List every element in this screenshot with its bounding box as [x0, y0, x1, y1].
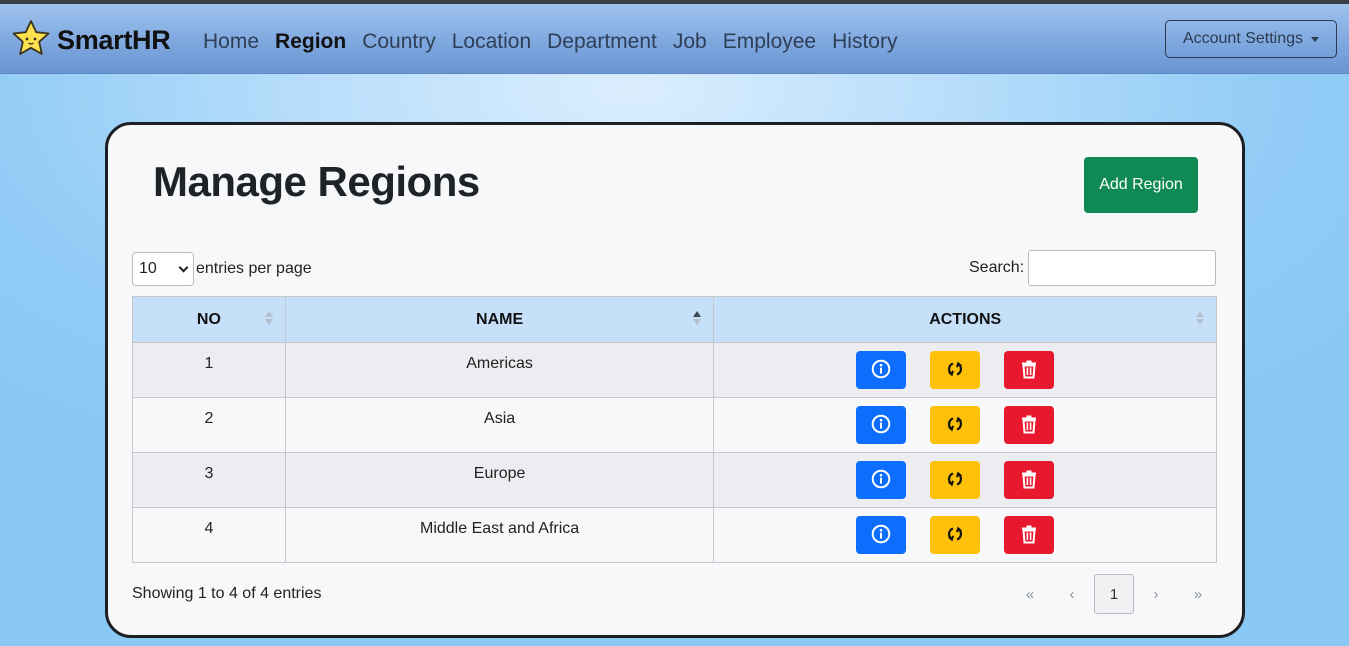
pagination-page-button[interactable]: 1	[1094, 574, 1134, 614]
cell-name: Europe	[284, 452, 715, 508]
cell-no: 3	[132, 452, 286, 508]
trash-icon	[1020, 359, 1038, 382]
regions-card: Manage Regions Add Region 10 entries per…	[105, 122, 1245, 638]
trash-icon	[1020, 414, 1038, 437]
nav-link-job[interactable]: Job	[673, 30, 707, 54]
brand-name: SmartHR	[57, 24, 171, 55]
table-info: Showing 1 to 4 of 4 entries	[132, 585, 322, 602]
nav-link-history[interactable]: History	[832, 30, 897, 54]
table-row: 4 Middle East and Africa	[132, 507, 1217, 563]
cell-no: 4	[132, 507, 286, 563]
column-label-actions: ACTIONS	[929, 310, 1002, 328]
entries-length-control: 10 entries per page	[132, 252, 312, 286]
brand[interactable]: SmartHR	[11, 19, 171, 62]
sort-icon	[264, 311, 273, 325]
trash-icon	[1020, 524, 1038, 547]
entries-per-page-value: 10	[139, 260, 157, 277]
table-row: 1 Americas	[132, 342, 1217, 398]
detail-button[interactable]	[856, 461, 907, 499]
refresh-icon	[945, 524, 965, 547]
table-header-row: NO NAME ACTIONS	[132, 296, 1217, 343]
search-label: Search:	[969, 259, 1025, 276]
pagination-previous-button[interactable]: ‹	[1052, 574, 1092, 614]
refresh-icon	[945, 414, 965, 437]
column-label-no: NO	[196, 310, 221, 328]
refresh-icon	[945, 359, 965, 382]
table-row: 3 Europe	[132, 452, 1217, 508]
star-icon	[11, 19, 51, 62]
nav-link-location[interactable]: Location	[452, 30, 531, 54]
top-navbar: SmartHR Home Region Country Location Dep…	[0, 4, 1349, 74]
caret-down-icon	[1311, 36, 1320, 42]
cell-name: Asia	[284, 397, 715, 453]
column-header-name[interactable]: NAME	[284, 296, 715, 343]
column-header-actions[interactable]: ACTIONS	[713, 296, 1217, 343]
update-button[interactable]	[930, 406, 981, 444]
cell-name: Middle East and Africa	[284, 507, 715, 563]
entries-per-page-label: entries per page	[196, 260, 312, 277]
column-header-no[interactable]: NO	[132, 296, 286, 343]
column-label-name: NAME	[476, 310, 524, 328]
chevron-down-icon	[178, 262, 189, 272]
delete-button[interactable]	[1004, 461, 1055, 499]
search-input[interactable]	[1028, 250, 1217, 286]
cell-actions	[713, 507, 1217, 563]
cell-actions	[713, 397, 1217, 453]
info-circle-icon	[871, 359, 891, 382]
nav-link-home[interactable]: Home	[203, 30, 259, 54]
regions-table: NO NAME ACTIONS 1 Americas 2 Asia 3 Europe 4 Mi…	[132, 296, 1217, 563]
detail-button[interactable]	[856, 516, 907, 554]
account-settings-dropdown[interactable]: Account Settings	[1165, 20, 1337, 58]
cell-actions	[713, 452, 1217, 508]
info-circle-icon	[871, 469, 891, 492]
delete-button[interactable]	[1004, 351, 1055, 389]
trash-icon	[1020, 469, 1038, 492]
detail-button[interactable]	[856, 406, 907, 444]
page-title: Manage Regions	[153, 158, 480, 205]
table-row: 2 Asia	[132, 397, 1217, 453]
cell-actions	[713, 342, 1217, 398]
update-button[interactable]	[930, 351, 981, 389]
nav-link-region[interactable]: Region	[275, 30, 346, 54]
nav-link-country[interactable]: Country	[362, 30, 436, 54]
nav-link-employee[interactable]: Employee	[723, 30, 816, 54]
refresh-icon	[945, 469, 965, 492]
add-region-button[interactable]: Add Region	[1084, 157, 1198, 213]
pagination: « ‹ 1 › »	[1010, 574, 1218, 614]
update-button[interactable]	[930, 516, 981, 554]
entries-per-page-select[interactable]: 10	[132, 252, 194, 286]
delete-button[interactable]	[1004, 516, 1055, 554]
info-circle-icon	[871, 524, 891, 547]
main-nav: Home Region Country Location Department …	[203, 30, 897, 54]
account-settings-label: Account Settings	[1182, 30, 1304, 47]
sort-icon	[1196, 311, 1204, 325]
cell-name: Americas	[284, 342, 715, 398]
delete-button[interactable]	[1004, 406, 1055, 444]
update-button[interactable]	[930, 461, 981, 499]
pagination-last-button[interactable]: »	[1178, 574, 1218, 614]
nav-link-department[interactable]: Department	[547, 30, 657, 54]
detail-button[interactable]	[856, 351, 907, 389]
sort-ascending-icon	[693, 311, 702, 325]
pagination-first-button[interactable]: «	[1010, 574, 1050, 614]
cell-no: 2	[132, 397, 286, 453]
info-circle-icon	[871, 414, 891, 437]
cell-no: 1	[132, 342, 286, 398]
pagination-next-button[interactable]: ›	[1136, 574, 1176, 614]
table-search: Search:	[969, 250, 1217, 286]
